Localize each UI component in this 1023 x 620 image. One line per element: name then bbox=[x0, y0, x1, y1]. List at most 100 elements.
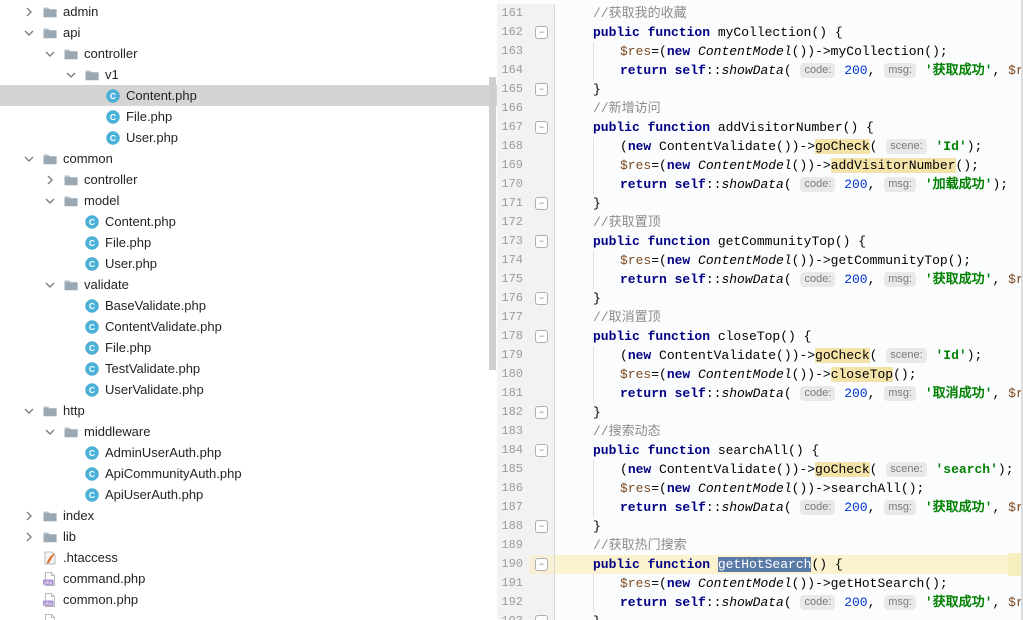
tree-file-AdminUserAuth.php[interactable]: C AdminUserAuth.php bbox=[0, 442, 497, 463]
code-line[interactable]: 169 $res=(new ContentModel())->addVisitor… bbox=[497, 156, 1023, 175]
code-line[interactable]: 173− public function getCommunityTop() { bbox=[497, 232, 1023, 251]
code-line[interactable]: 174 $res=(new ContentModel())->getCommuni… bbox=[497, 251, 1023, 270]
fold-end-icon[interactable]: − bbox=[535, 615, 548, 620]
code-line[interactable]: 182−} bbox=[497, 403, 1023, 422]
tree-file-ApiCommunityAuth.php[interactable]: C ApiCommunityAuth.php bbox=[0, 463, 497, 484]
line-number[interactable]: 181 bbox=[497, 384, 529, 403]
line-number[interactable]: 174 bbox=[497, 251, 529, 270]
tree-folder-common[interactable]: common bbox=[0, 148, 497, 169]
line-number[interactable]: 184 bbox=[497, 441, 529, 460]
code-line[interactable]: 180 $res=(new ContentModel())->closeTop()… bbox=[497, 365, 1023, 384]
code-line[interactable]: 193 −} bbox=[497, 612, 1023, 620]
code-line[interactable]: 161 //获取我的收藏 bbox=[497, 4, 1023, 23]
code-line[interactable]: 177 //取消置顶 bbox=[497, 308, 1023, 327]
tree-folder-http[interactable]: http bbox=[0, 400, 497, 421]
code-line[interactable]: 181 return self::showData( code: 200, msg… bbox=[497, 384, 1023, 403]
fold-collapse-icon[interactable]: − bbox=[535, 235, 548, 248]
fold-collapse-icon[interactable]: − bbox=[535, 26, 548, 39]
line-number[interactable]: 170 bbox=[497, 175, 529, 194]
code-line[interactable]: 192 return self::showData( code: 200, msg… bbox=[497, 593, 1023, 612]
chevron-down-icon[interactable] bbox=[37, 46, 62, 62]
tree-file-TestValidate.php[interactable]: C TestValidate.php bbox=[0, 358, 497, 379]
tree-scrollbar[interactable] bbox=[489, 77, 496, 370]
line-number[interactable]: 171 bbox=[497, 194, 529, 213]
code-line[interactable]: 171−} bbox=[497, 194, 1023, 213]
code-line[interactable]: 172 //获取置顶 bbox=[497, 213, 1023, 232]
line-number[interactable]: 186 bbox=[497, 479, 529, 498]
fold-end-icon[interactable]: − bbox=[535, 197, 548, 210]
tree-file-File.php[interactable]: C File.php bbox=[0, 232, 497, 253]
code-line[interactable]: 168 (new ContentValidate())->goCheck( sce… bbox=[497, 137, 1023, 156]
code-line[interactable]: 175 return self::showData( code: 200, msg… bbox=[497, 270, 1023, 289]
line-number[interactable]: 193 bbox=[497, 612, 529, 620]
line-number[interactable]: 192 bbox=[497, 593, 529, 612]
line-number[interactable]: 166 bbox=[497, 99, 529, 118]
tree-file-partial[interactable]: php bbox=[0, 610, 497, 620]
tree-folder-controller[interactable]: controller bbox=[0, 169, 497, 190]
line-number[interactable]: 176 bbox=[497, 289, 529, 308]
fold-end-icon[interactable]: − bbox=[535, 406, 548, 419]
line-number[interactable]: 165 bbox=[497, 80, 529, 99]
chevron-down-icon[interactable] bbox=[16, 403, 41, 419]
tree-folder-validate[interactable]: validate bbox=[0, 274, 497, 295]
code-line[interactable]: 186 $res=(new ContentModel())->searchAll(… bbox=[497, 479, 1023, 498]
fold-collapse-icon[interactable]: − bbox=[535, 558, 548, 571]
code-line[interactable]: 179 (new ContentValidate())->goCheck( sce… bbox=[497, 346, 1023, 365]
code-line[interactable]: 190− public function getHotSearch() { bbox=[497, 555, 1023, 574]
line-number[interactable]: 182 bbox=[497, 403, 529, 422]
code-line[interactable]: 165−} bbox=[497, 80, 1023, 99]
tree-file-command.php[interactable]: php command.php bbox=[0, 568, 497, 589]
line-number[interactable]: 175 bbox=[497, 270, 529, 289]
line-number[interactable]: 163 bbox=[497, 42, 529, 61]
code-line[interactable]: 167− public function addVisitorNumber() { bbox=[497, 118, 1023, 137]
line-number[interactable]: 161 bbox=[497, 4, 529, 23]
chevron-right-icon[interactable] bbox=[37, 172, 62, 188]
tree-folder-middleware[interactable]: middleware bbox=[0, 421, 497, 442]
tree-folder-controller[interactable]: controller bbox=[0, 43, 497, 64]
tree-file-File.php[interactable]: C File.php bbox=[0, 106, 497, 127]
tree-file-ApiUserAuth.php[interactable]: C ApiUserAuth.php bbox=[0, 484, 497, 505]
tree-file-User.php[interactable]: C User.php bbox=[0, 127, 497, 148]
scrollbar-current-line-marker[interactable] bbox=[1008, 553, 1021, 576]
line-number[interactable]: 191 bbox=[497, 574, 529, 593]
code-line[interactable]: 163 $res=(new ContentModel())->myCollecti… bbox=[497, 42, 1023, 61]
line-number[interactable]: 178 bbox=[497, 327, 529, 346]
line-number[interactable]: 164 bbox=[497, 61, 529, 80]
code-line[interactable]: 170 return self::showData( code: 200, msg… bbox=[497, 175, 1023, 194]
code-line[interactable]: 164 return self::showData( code: 200, msg… bbox=[497, 61, 1023, 80]
tree-file-.htaccess[interactable]: .htaccess bbox=[0, 547, 497, 568]
tree-file-ContentValidate.php[interactable]: C ContentValidate.php bbox=[0, 316, 497, 337]
chevron-down-icon[interactable] bbox=[58, 67, 83, 83]
tree-folder-admin[interactable]: admin bbox=[0, 1, 497, 22]
line-number[interactable]: 162 bbox=[497, 23, 529, 42]
code-line[interactable]: 188−} bbox=[497, 517, 1023, 536]
line-number[interactable]: 172 bbox=[497, 213, 529, 232]
line-number[interactable]: 188 bbox=[497, 517, 529, 536]
fold-collapse-icon[interactable]: − bbox=[535, 330, 548, 343]
chevron-down-icon[interactable] bbox=[37, 424, 62, 440]
tree-file-User.php[interactable]: C User.php bbox=[0, 253, 497, 274]
fold-end-icon[interactable]: − bbox=[535, 292, 548, 305]
tree-file-Content.php[interactable]: C Content.php bbox=[0, 211, 497, 232]
tree-file-common.php[interactable]: php common.php bbox=[0, 589, 497, 610]
code-line[interactable]: 191 $res=(new ContentModel())->getHotSear… bbox=[497, 574, 1023, 593]
line-number[interactable]: 183 bbox=[497, 422, 529, 441]
line-number[interactable]: 180 bbox=[497, 365, 529, 384]
code-line[interactable]: 178− public function closeTop() { bbox=[497, 327, 1023, 346]
line-number[interactable]: 179 bbox=[497, 346, 529, 365]
line-number[interactable]: 169 bbox=[497, 156, 529, 175]
line-number[interactable]: 185 bbox=[497, 460, 529, 479]
line-number[interactable]: 167 bbox=[497, 118, 529, 137]
code-line[interactable]: 189 //获取热门搜索 bbox=[497, 536, 1023, 555]
code-line[interactable]: 185 (new ContentValidate())->goCheck( sce… bbox=[497, 460, 1023, 479]
chevron-down-icon[interactable] bbox=[16, 151, 41, 167]
tree-file-Content.php[interactable]: C Content.php bbox=[0, 85, 497, 106]
line-number[interactable]: 173 bbox=[497, 232, 529, 251]
chevron-down-icon[interactable] bbox=[16, 25, 41, 41]
chevron-down-icon[interactable] bbox=[37, 277, 62, 293]
fold-collapse-icon[interactable]: − bbox=[535, 444, 548, 457]
code-line[interactable]: 166 //新增访问 bbox=[497, 99, 1023, 118]
chevron-down-icon[interactable] bbox=[37, 193, 62, 209]
line-number[interactable]: 190 bbox=[497, 555, 529, 574]
fold-end-icon[interactable]: − bbox=[535, 83, 548, 96]
